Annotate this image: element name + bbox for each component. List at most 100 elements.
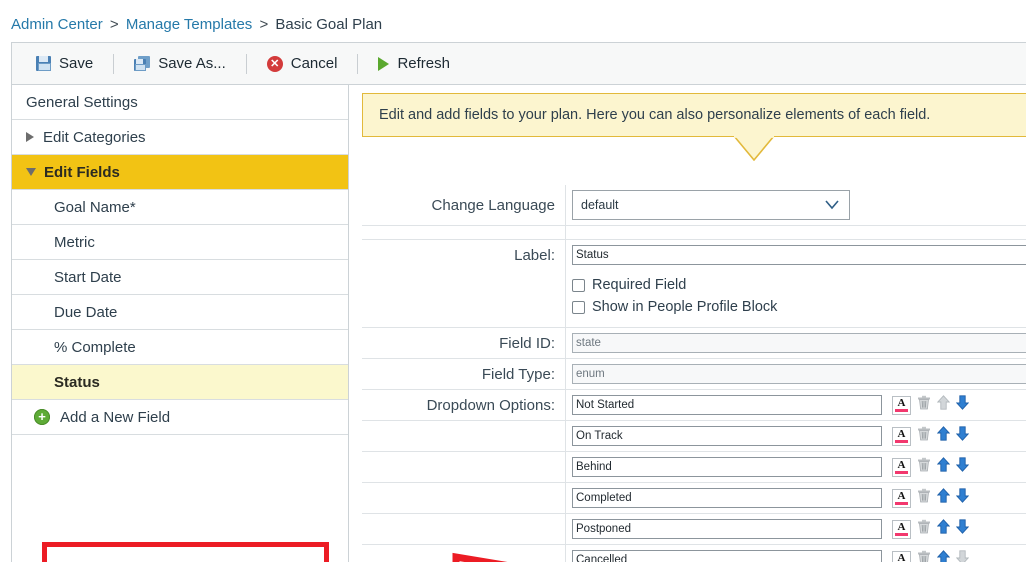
- field-form: Change Language default Label: Status Re…: [362, 185, 1026, 562]
- show-in-people-profile-label: Show in People Profile Block: [592, 299, 778, 315]
- arrow-up-icon[interactable]: [936, 550, 951, 562]
- show-in-people-profile-checkbox-row[interactable]: Show in People Profile Block: [572, 299, 777, 315]
- arrow-up-icon[interactable]: [936, 488, 951, 508]
- arrow-down-icon[interactable]: [955, 457, 970, 477]
- trash-can-icon[interactable]: [917, 395, 931, 415]
- arrow-up-icon[interactable]: [936, 426, 951, 446]
- info-callout-text: Edit and add fields to your plan. Here y…: [379, 107, 931, 123]
- sidebar-item-status[interactable]: Status: [12, 365, 348, 400]
- toolbar-divider: [357, 53, 359, 74]
- toolbar-divider: [113, 53, 115, 74]
- arrow-down-icon[interactable]: [955, 426, 970, 446]
- font-color-A-icon[interactable]: A: [892, 550, 911, 562]
- cancel-button[interactable]: ✕ Cancel: [261, 53, 344, 74]
- sidebar-item-goal-name[interactable]: Goal Name*: [12, 190, 348, 225]
- font-color-A-icon[interactable]: A: [892, 426, 911, 446]
- required-field-checkbox[interactable]: [572, 278, 585, 292]
- sidebar-item-label: Add a New Field: [60, 408, 171, 426]
- sidebar-item-edit-categories[interactable]: Edit Categories: [12, 120, 348, 155]
- breadcrumb-item-admin-center[interactable]: Admin Center: [11, 16, 103, 33]
- triangle-down-icon: [26, 168, 36, 176]
- dropdown-option-input[interactable]: [572, 426, 882, 446]
- change-language-select[interactable]: default: [572, 190, 850, 220]
- dropdown-options-label-spacer: [362, 514, 566, 544]
- arrow-down-icon[interactable]: [955, 488, 970, 508]
- dropdown-option-input[interactable]: [572, 519, 882, 539]
- field-type-input: [572, 364, 1026, 384]
- required-field-checkbox-row[interactable]: Required Field: [572, 277, 686, 293]
- dropdown-option-input[interactable]: [572, 395, 882, 415]
- dropdown-options-label: Dropdown Options:: [362, 390, 566, 420]
- application-window: Admin Center > Manage Templates > Basic …: [0, 0, 1026, 562]
- dropdown-option-input[interactable]: [572, 457, 882, 477]
- font-color-A-icon[interactable]: A: [892, 519, 911, 539]
- field-id-label: Field ID:: [362, 328, 566, 358]
- callout-tail-icon: [733, 136, 775, 161]
- sidebar-item-edit-fields[interactable]: Edit Fields: [12, 155, 348, 190]
- arrow-up-icon[interactable]: [936, 519, 951, 539]
- arrow-down-icon[interactable]: [955, 519, 970, 539]
- trash-can-icon[interactable]: [917, 519, 931, 539]
- trash-can-icon[interactable]: [917, 426, 931, 446]
- arrow-down-icon[interactable]: [955, 395, 970, 415]
- green-plus-icon: +: [34, 409, 50, 425]
- sidebar-item-percent-complete[interactable]: % Complete: [12, 330, 348, 365]
- annotation-note-box: The label colour selected is darker: [42, 542, 329, 562]
- sidebar-item-metric[interactable]: Metric: [12, 225, 348, 260]
- breadcrumb: Admin Center > Manage Templates > Basic …: [11, 16, 382, 33]
- font-color-A-icon[interactable]: A: [892, 488, 911, 508]
- arrow-up-icon: [936, 395, 951, 415]
- dropdown-options-label-spacer: [362, 421, 566, 451]
- dropdown-options-label-spacer: [362, 452, 566, 482]
- save-button[interactable]: Save: [30, 53, 99, 74]
- save-as-button[interactable]: Save As...: [128, 53, 232, 74]
- refresh-button[interactable]: Refresh: [372, 53, 456, 74]
- label-field-label: Label:: [362, 240, 566, 327]
- breadcrumb-separator: >: [109, 16, 119, 33]
- dropdown-option-input[interactable]: [572, 488, 882, 508]
- arrow-up-icon[interactable]: [936, 457, 951, 477]
- trash-can-icon[interactable]: [917, 488, 931, 508]
- field-id-input: [572, 333, 1026, 353]
- save-button-label: Save: [59, 55, 94, 72]
- breadcrumb-separator: >: [259, 16, 269, 33]
- dropdown-options-label-spacer: [362, 483, 566, 513]
- form-row-spacer: [362, 226, 1026, 240]
- sidebar-item-start-date[interactable]: Start Date: [12, 260, 348, 295]
- sidebar-item-general-settings[interactable]: General Settings: [12, 85, 348, 120]
- chevron-down-icon: [825, 200, 839, 210]
- dropdown-option-row: A: [362, 514, 1026, 545]
- triangle-right-icon: [26, 132, 34, 142]
- sidebar-item-label: Edit Fields: [44, 163, 120, 181]
- close-icon: ✕: [266, 55, 283, 72]
- sidebar-item-label: Status: [54, 373, 100, 391]
- sidebar-item-label: General Settings: [26, 93, 138, 111]
- sidebar-item-label: % Complete: [54, 338, 136, 356]
- breadcrumb-item-manage-templates[interactable]: Manage Templates: [126, 16, 252, 33]
- body-split: General Settings Edit Categories Edit Fi…: [12, 85, 1026, 562]
- font-color-A-icon[interactable]: A: [892, 457, 911, 477]
- save-as-button-label: Save As...: [158, 55, 226, 72]
- main-frame: Save Save As... ✕ Cancel Refresh General…: [11, 42, 1026, 562]
- font-color-A-icon[interactable]: A: [892, 395, 911, 415]
- dropdown-options-list: Dropdown Options:AAAAAA: [362, 390, 1026, 562]
- dropdown-option-row: A: [362, 421, 1026, 452]
- change-language-label: Change Language: [362, 185, 566, 225]
- sidebar-item-due-date[interactable]: Due Date: [12, 295, 348, 330]
- show-in-people-profile-checkbox[interactable]: [572, 300, 585, 314]
- info-callout: Edit and add fields to your plan. Here y…: [362, 93, 1026, 137]
- play-triangle-icon: [378, 56, 390, 71]
- trash-can-icon[interactable]: [917, 457, 931, 477]
- change-language-value: default: [581, 198, 619, 212]
- toolbar-divider: [245, 53, 247, 74]
- dropdown-option-input[interactable]: [572, 550, 882, 562]
- annotation-arrow-icon: [452, 552, 508, 562]
- form-row-change-language: Change Language default: [362, 185, 1026, 226]
- sidebar: General Settings Edit Categories Edit Fi…: [12, 85, 349, 562]
- label-input[interactable]: [572, 245, 1026, 265]
- sidebar-item-add-a-new-field[interactable]: + Add a New Field: [12, 400, 348, 435]
- dropdown-option-row: Dropdown Options: A: [362, 390, 1026, 421]
- refresh-button-label: Refresh: [397, 55, 450, 72]
- form-row-field-id: Field ID:: [362, 328, 1026, 359]
- trash-can-icon[interactable]: [917, 550, 931, 562]
